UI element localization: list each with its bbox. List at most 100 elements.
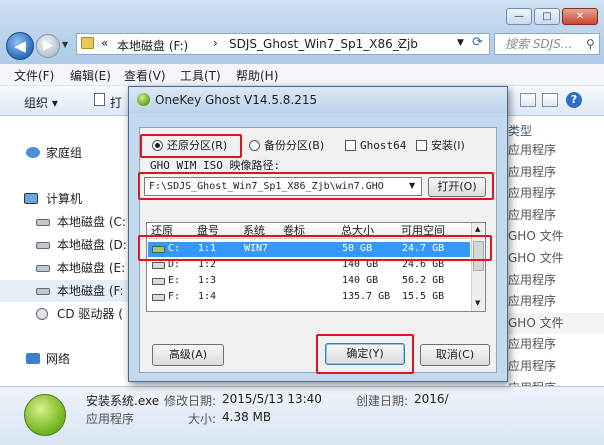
nav-drive-e[interactable]: 本地磁盘 (E: xyxy=(0,257,132,279)
breadcrumb-folder[interactable]: SDJS_Ghost_Win7_Sp1_X86_Zjb xyxy=(229,37,418,51)
nav-homegroup[interactable]: 家庭组 xyxy=(0,142,132,164)
cell-disk: 1:3 xyxy=(198,275,217,286)
nav-homegroup-label: 家庭组 xyxy=(46,146,83,160)
image-path-value: F:\SDJS_Ghost_Win7_Sp1_X86_Zjb\win7.GHO xyxy=(149,181,384,192)
file-type-cell[interactable]: GHO 文件 xyxy=(498,226,604,247)
partition-highlight-box xyxy=(138,235,492,261)
drive-icon xyxy=(36,288,50,295)
help-icon[interactable]: ? xyxy=(566,92,582,108)
restore-radio[interactable] xyxy=(152,140,163,151)
image-path-label: GHO WIM ISO 映像路径: xyxy=(150,159,281,172)
scroll-up-icon[interactable]: ▲ xyxy=(475,225,480,233)
file-type-cell[interactable]: GHO 文件 xyxy=(498,312,604,334)
breadcrumb-separator[interactable]: › xyxy=(213,36,218,50)
nav-drive-f-label: 本地磁盘 (F: xyxy=(57,284,124,298)
menu-file[interactable]: 文件(F) xyxy=(14,67,54,84)
restore-radio-label[interactable]: 还原分区(R) xyxy=(167,139,227,152)
image-path-combobox[interactable]: F:\SDJS_Ghost_Win7_Sp1_X86_Zjb\win7.GHO … xyxy=(144,177,422,196)
cell-free: 56.2 GB xyxy=(402,275,445,286)
nav-network[interactable]: 网络 xyxy=(0,348,132,370)
breadcrumb-dropdown-arrow[interactable]: › xyxy=(397,36,402,50)
details-modified-value: 2015/5/13 13:40 xyxy=(222,392,322,406)
install-checkbox[interactable] xyxy=(416,140,427,151)
open-icon xyxy=(94,93,105,106)
cell-drive: F: xyxy=(168,291,181,302)
back-button[interactable]: ◀ xyxy=(6,32,34,60)
file-type-cell[interactable]: GHO 文件 xyxy=(498,248,604,269)
address-dropdown-icon[interactable]: ▼ xyxy=(457,38,464,48)
file-type-cell[interactable]: 应用程序 xyxy=(498,140,604,161)
details-size-label: 大小: xyxy=(188,412,217,426)
address-bar[interactable]: « 本地磁盘 (F:) › SDJS_Ghost_Win7_Sp1_X86_Zj… xyxy=(76,33,490,55)
file-type-cell[interactable]: 应用程序 xyxy=(498,356,604,377)
nav-drive-f[interactable]: 本地磁盘 (F: xyxy=(0,280,132,302)
chevron-down-icon[interactable]: ▼ xyxy=(409,181,415,190)
forward-button[interactable]: ▶ xyxy=(36,34,60,58)
menu-edit[interactable]: 编辑(E) xyxy=(70,67,111,84)
search-input[interactable]: 搜索 SDJS... xyxy=(494,33,600,55)
refresh-icon[interactable]: ⟳ xyxy=(472,35,483,50)
dialog-title: OneKey Ghost V14.5.8.215 xyxy=(155,93,318,107)
nav-computer[interactable]: 计算机 xyxy=(0,188,132,210)
details-size-value: 4.38 MB xyxy=(222,410,272,424)
minimize-button[interactable]: — xyxy=(506,8,532,25)
scroll-down-icon[interactable]: ▼ xyxy=(475,299,480,307)
search-icon[interactable]: ⚲ xyxy=(586,37,595,51)
view-icon[interactable] xyxy=(520,93,536,107)
open-file-button[interactable]: 打开(O) xyxy=(428,177,486,197)
nav-drive-c[interactable]: 本地磁盘 (C: xyxy=(0,211,132,233)
cd-drive-icon xyxy=(36,308,48,320)
details-created-label: 创建日期: xyxy=(356,394,409,408)
cell-total: 135.7 GB xyxy=(342,291,391,302)
dialog-title-bar: OneKey Ghost V14.5.8.215 xyxy=(129,87,507,113)
nav-computer-label: 计算机 xyxy=(46,192,83,206)
details-modified-label: 修改日期: xyxy=(164,394,217,408)
details-created-value: 2016/ xyxy=(414,392,449,406)
organize-button[interactable]: 组织 ▾ xyxy=(24,94,58,111)
table-row[interactable]: F: 1:4 135.7 GB 15.5 GB xyxy=(148,290,470,305)
nav-drive-c-label: 本地磁盘 (C: xyxy=(57,215,126,229)
advanced-button[interactable]: 高级(A) xyxy=(152,344,224,366)
menu-help[interactable]: 帮助(H) xyxy=(236,67,278,84)
ghost-app-icon xyxy=(137,93,150,106)
cancel-button[interactable]: 取消(C) xyxy=(420,344,490,366)
file-type-cell[interactable]: 应用程序 xyxy=(498,334,604,355)
column-header-type[interactable]: 类型 xyxy=(498,121,604,142)
address-overflow[interactable]: « xyxy=(101,36,108,50)
recent-pages-dropdown[interactable]: ▼ xyxy=(62,38,74,52)
ghost64-checkbox[interactable] xyxy=(345,140,356,151)
ok-button[interactable]: 确定(Y) xyxy=(325,343,405,365)
menu-view[interactable]: 查看(V) xyxy=(124,67,166,84)
install-label[interactable]: 安装(I) xyxy=(431,139,465,152)
table-row[interactable]: E: 1:3 140 GB 56.2 GB xyxy=(148,274,470,289)
partition-drive-icon xyxy=(152,294,165,301)
file-type-cell[interactable]: 应用程序 xyxy=(498,183,604,204)
file-type-cell[interactable]: 应用程序 xyxy=(498,270,604,291)
cell-total: 140 GB xyxy=(342,275,379,286)
cell-free: 15.5 GB xyxy=(402,291,445,302)
open-button[interactable]: 打 xyxy=(110,94,122,111)
partition-drive-icon xyxy=(152,262,165,269)
homegroup-icon xyxy=(26,147,40,158)
backup-radio-label[interactable]: 备份分区(B) xyxy=(264,139,324,152)
folder-icon xyxy=(81,37,94,49)
file-type-cell[interactable]: 应用程序 xyxy=(498,291,604,312)
ghost64-label[interactable]: Ghost64 xyxy=(360,139,406,152)
computer-icon xyxy=(24,193,38,204)
file-type-cell[interactable]: 应用程序 xyxy=(498,162,604,183)
partition-drive-icon xyxy=(152,278,165,285)
nav-drive-d-label: 本地磁盘 (D: xyxy=(57,238,127,252)
file-type-cell[interactable]: 应用程序 xyxy=(498,205,604,226)
preview-pane-icon[interactable] xyxy=(542,93,558,107)
nav-drive-d[interactable]: 本地磁盘 (D: xyxy=(0,234,132,256)
maximize-button[interactable]: □ xyxy=(534,8,560,25)
menu-tools[interactable]: 工具(T) xyxy=(180,67,221,84)
nav-cd-drive[interactable]: CD 驱动器 ( xyxy=(0,303,132,325)
nav-cd-drive-label: CD 驱动器 ( xyxy=(57,307,123,321)
backup-radio[interactable] xyxy=(249,140,260,151)
network-icon xyxy=(26,353,40,364)
close-button[interactable]: ✕ xyxy=(562,8,598,25)
breadcrumb-drive[interactable]: 本地磁盘 (F:) xyxy=(117,37,188,54)
details-file-type: 应用程序 xyxy=(86,412,135,426)
cell-drive: E: xyxy=(168,275,181,286)
